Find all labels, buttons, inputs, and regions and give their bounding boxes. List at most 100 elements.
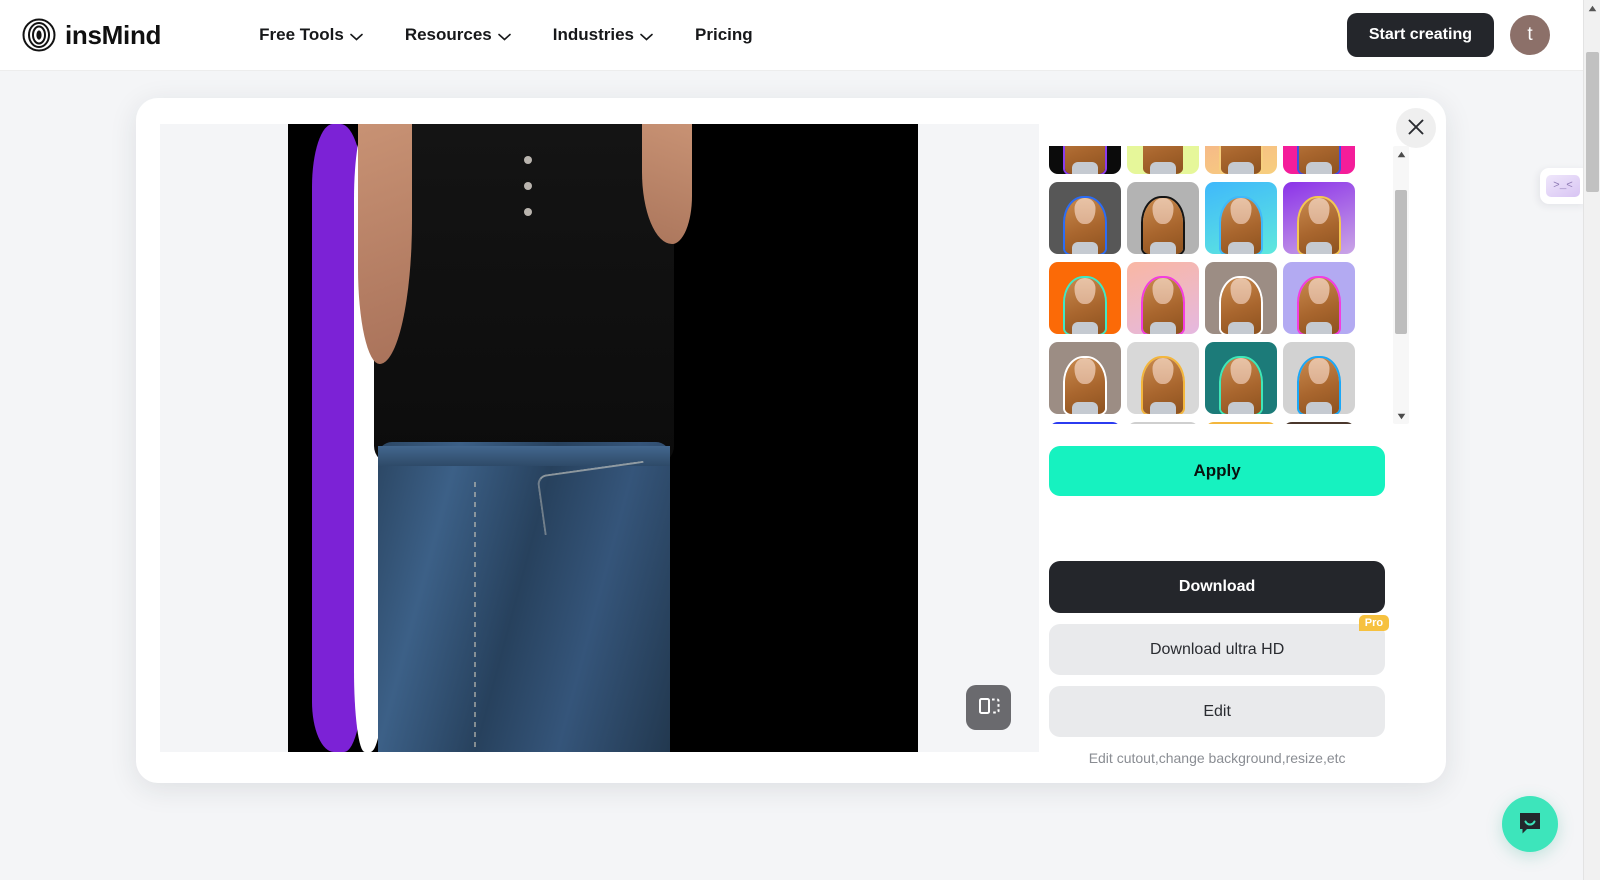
thumbnail-top (1228, 162, 1255, 174)
thumbnail-top (1306, 402, 1333, 414)
preset-thumbnail-list[interactable] (1049, 146, 1385, 424)
main-nav: Free Tools Resources Industries Pricing (238, 16, 774, 54)
close-icon (1407, 118, 1425, 139)
thumbnail-preset-pink-magenta[interactable] (1127, 262, 1200, 334)
image-preview-canvas (160, 124, 1040, 752)
thumbnail-figure (1141, 192, 1185, 254)
chat-support-button[interactable] (1502, 796, 1558, 852)
header-actions: Start creating t (1346, 13, 1550, 57)
thumbnail-face (1074, 198, 1096, 224)
triangle-up-icon (1397, 145, 1406, 163)
thumbnail-scrollbar[interactable] (1393, 146, 1410, 424)
nav-item-free-tools[interactable]: Free Tools (238, 16, 384, 54)
jeans-pocket (536, 460, 652, 536)
thumbnail-figure (1063, 352, 1107, 414)
thumbnail-preset-lightgrey-gold[interactable] (1127, 342, 1200, 414)
thumbnail-face (1308, 358, 1330, 384)
avatar[interactable]: t (1510, 15, 1550, 55)
compare-split-view-icon (978, 696, 1000, 719)
triangle-down-icon (1397, 407, 1406, 425)
thumbnail-figure (1297, 192, 1341, 254)
page-scroll-up-button[interactable] (1584, 0, 1600, 17)
chevron-down-icon (350, 26, 363, 46)
thumbnail-top (1306, 162, 1333, 174)
thumbnail-preset-grey-cyan[interactable] (1283, 342, 1356, 414)
brand-logo-link[interactable]: insMind (22, 18, 161, 52)
thumbnail-preset-peach-amber[interactable] (1205, 146, 1278, 174)
thumbnail-top (1150, 322, 1177, 334)
shirt-button (524, 156, 532, 164)
brand-name: insMind (65, 19, 162, 50)
thumbnail-preset-lime[interactable] (1127, 146, 1200, 174)
page-scrollbar[interactable] (1583, 0, 1600, 880)
page-scrollbar-thumb[interactable] (1586, 52, 1599, 192)
thumbnail-preset-amber[interactable] (1205, 422, 1278, 424)
thumbnail-top (1228, 402, 1255, 414)
close-modal-button[interactable] (1396, 108, 1436, 148)
thumbnail-figure (1297, 352, 1341, 414)
triangle-up-icon (1588, 5, 1597, 12)
nav-item-pricing[interactable]: Pricing (674, 17, 774, 53)
thumbnail-top (1306, 322, 1333, 334)
thumbnail-face (1152, 198, 1174, 224)
thumbnail-scroll-up-button[interactable] (1393, 146, 1409, 162)
action-buttons: Apply Download Download ultra HD Pro Edi… (1049, 446, 1390, 766)
preview-image[interactable] (288, 124, 918, 752)
thumbnail-preset-mocha-white[interactable] (1049, 342, 1122, 414)
nav-item-resources[interactable]: Resources (384, 16, 532, 54)
download-button[interactable]: Download (1049, 561, 1386, 613)
thumbnail-figure (1063, 272, 1107, 334)
thumbnail-figure (1141, 352, 1185, 414)
apply-button[interactable]: Apply (1049, 446, 1386, 496)
thumbnail-face (1230, 278, 1252, 304)
thumbnail-figure (1219, 272, 1263, 334)
thumbnail-scrollbar-thumb[interactable] (1395, 190, 1408, 334)
thumbnail-face (1152, 278, 1174, 304)
thumbnail-top (1228, 322, 1255, 334)
compare-split-view-button[interactable] (966, 685, 1012, 730)
thumbnail-preset-violet-gold[interactable] (1283, 182, 1356, 254)
start-creating-button[interactable]: Start creating (1346, 13, 1494, 57)
thumbnail-face (1152, 358, 1174, 384)
edit-hint-text: Edit cutout,change background,resize,etc (1088, 750, 1346, 766)
thumbnail-hair (1065, 146, 1106, 174)
nav-label: Free Tools (259, 25, 344, 44)
thumbnail-preset-darkgrey-blue[interactable] (1049, 182, 1122, 254)
nav-label: Industries (552, 25, 635, 44)
subject-cutout (358, 124, 692, 752)
thumbnail-scroll-down-button[interactable] (1393, 408, 1409, 424)
thumbnail-figure (1141, 146, 1185, 174)
thumbnail-face (1074, 358, 1096, 384)
thumbnail-preset-blue[interactable] (1049, 422, 1122, 424)
thumbnail-preset-magenta[interactable] (1283, 146, 1356, 174)
thumbnail-preset-periwinkle-pink[interactable] (1283, 262, 1356, 334)
thumbnail-preset-grey-black[interactable] (1127, 182, 1200, 254)
jeans-seam (474, 482, 476, 750)
thumbnail-top (1072, 402, 1099, 414)
thumbnail-top (1072, 162, 1099, 174)
thumbnail-preset-teal-mint[interactable] (1205, 342, 1278, 414)
thumbnail-preset-silver[interactable] (1127, 422, 1200, 424)
thumbnail-preset-black-purple[interactable] (1049, 146, 1122, 174)
download-ultra-hd-button[interactable]: Download ultra HD Pro (1049, 615, 1390, 675)
thumbnail-preset-orange-mint[interactable] (1049, 262, 1122, 334)
site-header: insMind Free Tools Resources Industries … (0, 0, 1583, 71)
thumbnail-face (1308, 278, 1330, 304)
nav-label: Resources (404, 25, 492, 44)
side-feedback-widget[interactable]: >_< (1540, 168, 1586, 204)
nav-item-industries[interactable]: Industries (532, 16, 674, 54)
thumbnail-top (1150, 162, 1177, 174)
thumbnail-face (1074, 278, 1096, 304)
subject-black-top (374, 124, 674, 464)
thumbnail-preset-brown[interactable] (1283, 422, 1356, 424)
thumbnail-preset-skyblue-cyan[interactable] (1205, 182, 1278, 254)
edit-button[interactable]: Edit (1049, 686, 1386, 737)
thumbnail-top (1072, 322, 1099, 334)
thumbnail-top (1150, 402, 1177, 414)
thumbnail-face (1230, 198, 1252, 224)
thumbnail-preset-taupe-white[interactable] (1205, 262, 1278, 334)
subject-jeans (378, 442, 670, 752)
thumbnail-figure (1219, 146, 1263, 174)
thumbnail-face (1308, 198, 1330, 224)
result-modal: Apply Download Download ultra HD Pro Edi… (136, 98, 1446, 783)
